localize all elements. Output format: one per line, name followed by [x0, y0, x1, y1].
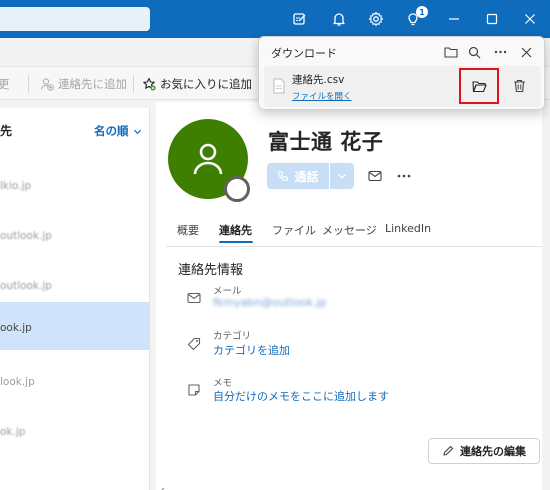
sort-dropdown[interactable]: 名の順 — [94, 123, 142, 139]
close-icon[interactable] — [518, 44, 534, 60]
contact-list-item[interactable]: look.jp — [0, 360, 150, 408]
chevron-down-icon — [133, 129, 141, 134]
show-in-folder-button[interactable] — [459, 68, 499, 104]
ribbon-separator — [133, 75, 134, 93]
more-options-icon[interactable] — [492, 44, 508, 60]
trash-icon[interactable] — [510, 77, 528, 95]
open-file-link[interactable]: ファイルを開く — [292, 90, 352, 102]
contact-list-item-text: look.jp — [0, 376, 35, 388]
add-memo-link[interactable]: 自分だけのメモをここに追加します — [213, 388, 389, 404]
contact-list-pane: 先 名の順 lkio.jp outlook.jp outlook.jp ook.… — [0, 108, 150, 490]
ribbon-separator — [28, 75, 29, 93]
phone-icon — [278, 170, 289, 182]
contact-list-item[interactable]: outlook.jp — [0, 214, 150, 262]
compose-note-icon[interactable] — [289, 8, 311, 30]
active-tab-indicator — [219, 241, 253, 243]
tab-files[interactable]: ファイル — [272, 222, 316, 238]
memo-label: メモ — [213, 378, 233, 389]
more-options-icon[interactable] — [395, 168, 413, 184]
category-label: カテゴリ — [213, 331, 252, 342]
maximize-icon[interactable] — [481, 8, 503, 30]
email-value[interactable]: fkmyabn@outlook.jp — [213, 296, 327, 309]
person-icon — [193, 143, 223, 175]
tab-linkedin[interactable]: LinkedIn — [385, 222, 431, 235]
contact-list-item-text: ook.jp — [0, 322, 32, 334]
call-button[interactable]: 通話 — [267, 163, 329, 189]
download-item[interactable]: 連絡先.csv ファイルを開く — [264, 66, 541, 107]
download-file-name: 連絡先.csv — [292, 74, 345, 86]
tab-divider — [166, 246, 550, 247]
ribbon-item-partial-label: 更 — [0, 77, 10, 91]
folder-icon — [471, 80, 487, 92]
minimize-icon[interactable] — [443, 8, 465, 30]
edit-contact-label: 連絡先の編集 — [460, 445, 526, 458]
search-icon[interactable] — [466, 44, 482, 60]
ribbon-item-partial[interactable]: 更 — [0, 76, 10, 92]
contact-detail-pane: 富士通 花子 通話 概要 連絡先 ファイル メッセージ LinkedIn 連絡先… — [156, 102, 550, 490]
folder-icon[interactable] — [443, 44, 459, 60]
add-favorite-button[interactable]: お気に入りに追加 — [142, 76, 252, 92]
pencil-icon — [443, 445, 454, 456]
mail-icon[interactable] — [366, 168, 384, 184]
add-contact-button[interactable]: 連絡先に追加 — [40, 76, 127, 92]
contact-list-item-text: lkio.jp — [0, 180, 32, 192]
contact-list-item-text: ok.jp — [0, 426, 26, 438]
section-title: 連絡先情報 — [178, 263, 244, 278]
horizontal-scrollbar[interactable] — [160, 480, 546, 490]
star-add-icon — [143, 77, 156, 91]
sort-label: 名の順 — [94, 124, 129, 138]
list-header: 先 — [0, 124, 13, 138]
file-icon — [273, 78, 285, 94]
tab-contact[interactable]: 連絡先 — [219, 222, 252, 238]
tab-overview[interactable]: 概要 — [177, 222, 199, 238]
edit-contact-button[interactable]: 連絡先の編集 — [428, 438, 540, 464]
bell-icon[interactable] — [328, 8, 350, 30]
contact-list-item[interactable]: ok.jp — [0, 410, 150, 458]
download-popup: ダウンロード 連絡先.csv ファイルを開く — [258, 36, 545, 110]
search-box[interactable] — [0, 7, 150, 31]
add-favorite-label: お気に入りに追加 — [160, 77, 252, 91]
contact-list-item[interactable]: lkio.jp — [0, 164, 150, 212]
title-bar: 1 — [0, 0, 550, 38]
chevron-down-icon — [338, 174, 346, 179]
email-label: メール — [213, 286, 242, 297]
contact-list-item-text: outlook.jp — [0, 280, 52, 292]
call-dropdown-button[interactable] — [330, 163, 354, 189]
person-add-icon — [40, 78, 54, 91]
call-button-label: 通話 — [294, 169, 319, 184]
contact-tabs: 概要 連絡先 ファイル メッセージ LinkedIn — [156, 218, 550, 246]
note-icon — [186, 382, 202, 398]
gear-icon[interactable] — [365, 8, 387, 30]
notification-badge: 1 — [416, 6, 428, 18]
download-popup-title: ダウンロード — [271, 47, 337, 60]
add-category-link[interactable]: カテゴリを追加 — [213, 342, 290, 358]
contact-list-item-text: outlook.jp — [0, 230, 52, 242]
vertical-scrollbar[interactable] — [542, 102, 550, 490]
close-window-icon[interactable] — [519, 8, 541, 30]
tab-messages[interactable]: メッセージ — [322, 222, 377, 238]
presence-status-icon — [224, 176, 250, 202]
add-contact-label: 連絡先に追加 — [58, 77, 127, 91]
tag-icon — [186, 336, 202, 352]
mail-icon — [186, 290, 202, 306]
contact-name: 富士通 花子 — [268, 130, 384, 154]
contact-list-item-selected[interactable]: ook.jp — [0, 302, 150, 350]
